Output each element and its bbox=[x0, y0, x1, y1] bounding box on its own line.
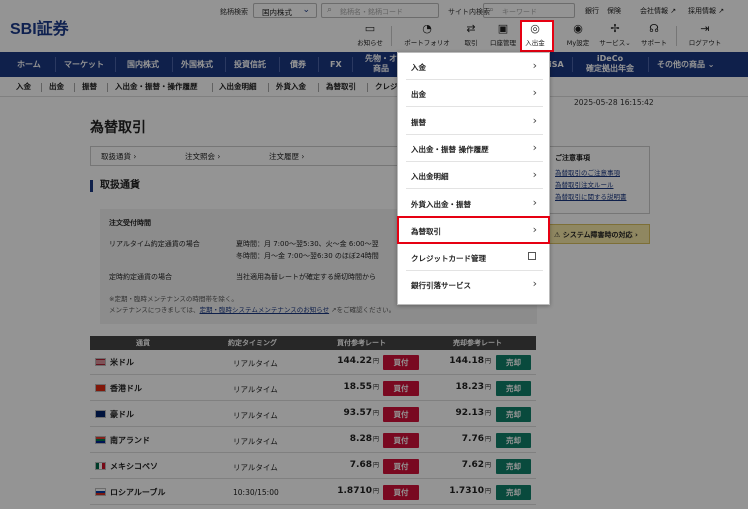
menu-item-credit-card[interactable]: クレジットカード管理 bbox=[406, 244, 543, 272]
menu-item-history[interactable]: 入出金・振替 操作履歴 › bbox=[406, 135, 543, 162]
menu-item-withdraw[interactable]: 出金 › bbox=[406, 80, 543, 108]
chevron-right-icon: › bbox=[532, 86, 537, 100]
menu-item-transfer[interactable]: 振替 › bbox=[406, 108, 543, 135]
chevron-right-icon: › bbox=[532, 140, 537, 154]
menu-item-fx-deposit[interactable]: 外貨入出金・振替 › bbox=[406, 190, 543, 217]
fx-trade-highlight bbox=[397, 216, 550, 244]
menu-item-label: 振替 bbox=[411, 117, 426, 127]
chevron-right-icon: › bbox=[532, 59, 537, 72]
deposit-withdraw-menu: 入金 › 出金 › 振替 › 入出金・振替 操作履歴 › 入出金明細 › 外貨入出金・振替 › 為替取引… bbox=[397, 52, 550, 305]
chevron-right-icon: › bbox=[532, 168, 537, 182]
menu-item-label: 銀行引落サービス bbox=[411, 281, 471, 291]
chevron-right-icon: › bbox=[532, 277, 537, 291]
menu-item-label: クレジットカード管理 bbox=[411, 254, 486, 264]
external-link-icon bbox=[528, 252, 536, 261]
menu-item-deposit[interactable]: 入金 › bbox=[406, 53, 543, 80]
deposit-withdraw-highlight bbox=[520, 20, 554, 52]
menu-item-label: 入金 bbox=[411, 63, 426, 72]
menu-item-statement[interactable]: 入出金明細 › bbox=[406, 162, 543, 190]
chevron-right-icon: › bbox=[532, 113, 537, 127]
menu-item-label: 入出金・振替 操作履歴 bbox=[411, 144, 489, 154]
modal-overlay[interactable] bbox=[0, 0, 748, 509]
menu-item-label: 入出金明細 bbox=[411, 172, 449, 182]
chevron-right-icon: › bbox=[532, 195, 537, 209]
menu-item-bank-debit[interactable]: 銀行引落サービス › bbox=[406, 271, 543, 298]
menu-item-label: 出金 bbox=[411, 90, 426, 100]
menu-item-label: 外貨入出金・振替 bbox=[411, 199, 471, 209]
